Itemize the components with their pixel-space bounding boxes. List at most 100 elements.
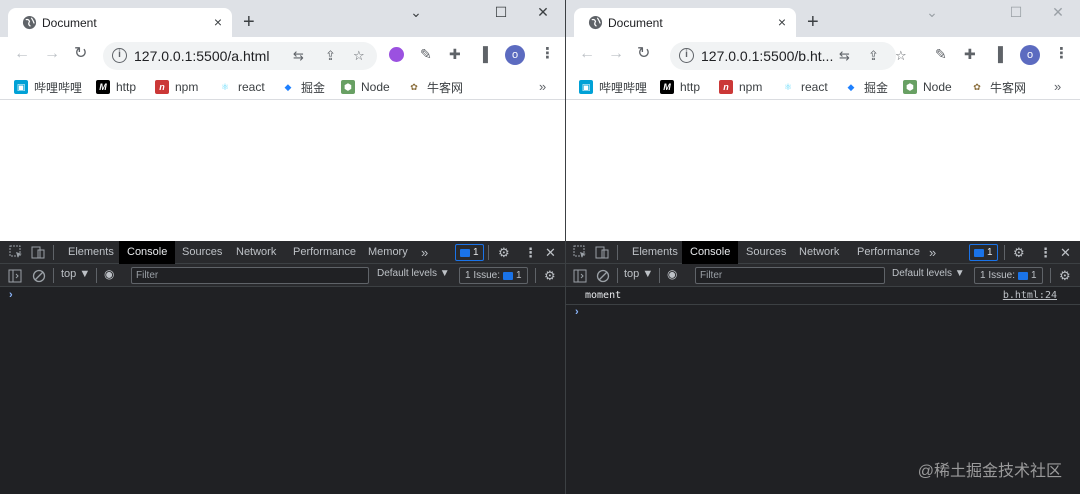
issues-button[interactable]: 1 Issue: 1 bbox=[459, 267, 528, 284]
devtools-tab-console[interactable]: Console bbox=[119, 241, 176, 264]
devtools-tab-elements[interactable]: Elements bbox=[60, 241, 122, 264]
bookmarks-more-icon[interactable]: » bbox=[1054, 79, 1061, 94]
share-icon[interactable]: ⇪ bbox=[325, 48, 336, 64]
back-arrow-icon[interactable]: ← bbox=[14, 46, 30, 62]
eye-icon[interactable]: ◉ bbox=[667, 267, 677, 281]
close-window-button[interactable]: ✕ bbox=[1048, 4, 1068, 21]
context-selector[interactable]: top ▼ bbox=[624, 268, 653, 280]
side-panel-icon[interactable]: ▐ bbox=[478, 46, 488, 62]
new-tab-button[interactable]: + bbox=[807, 12, 819, 32]
messages-badge[interactable]: 1 bbox=[969, 244, 998, 261]
device-toolbar-icon[interactable] bbox=[31, 245, 45, 259]
bookmark-bilibili[interactable]: ▣ 哔哩哔哩 bbox=[14, 78, 82, 96]
bookmark-star-icon[interactable]: ☆ bbox=[353, 48, 365, 64]
inspect-element-icon[interactable] bbox=[9, 245, 23, 259]
extension-pen-icon[interactable]: ✎ bbox=[420, 46, 432, 62]
sidebar-toggle-icon[interactable] bbox=[8, 269, 22, 283]
site-info-icon[interactable]: i bbox=[112, 48, 127, 63]
console-settings-gear-icon[interactable]: ⚙ bbox=[1059, 267, 1071, 284]
console-prompt-icon[interactable]: › bbox=[575, 306, 579, 318]
address-bar[interactable]: i 127.0.0.1:5500/b.ht... ⇆ ⇪ ☆ bbox=[670, 42, 907, 70]
devtools-menu-kebab-icon[interactable]: ⋮ bbox=[1039, 244, 1052, 261]
devtools-tab-sources[interactable]: Sources bbox=[738, 241, 794, 264]
filter-input[interactable]: Filter bbox=[131, 267, 369, 284]
bookmark-juejin[interactable]: ◆ 掘金 bbox=[844, 78, 888, 96]
menu-kebab-icon[interactable]: ⋮ bbox=[540, 45, 555, 63]
reload-icon[interactable]: ↻ bbox=[74, 46, 87, 62]
bilibili-icon: ▣ bbox=[14, 80, 28, 94]
devtools-tab-memory[interactable]: Memory bbox=[360, 241, 416, 264]
log-levels-dropdown[interactable]: Default levels ▼ bbox=[892, 268, 965, 279]
extensions-puzzle-icon[interactable]: ✚ bbox=[449, 46, 461, 62]
eye-icon[interactable]: ◉ bbox=[104, 267, 114, 281]
tab-close-icon[interactable]: × bbox=[214, 13, 222, 31]
devtools-tab-network[interactable]: Network bbox=[791, 241, 847, 264]
browser-tab[interactable]: Document × bbox=[8, 8, 232, 37]
bookmark-npm[interactable]: n npm bbox=[155, 78, 198, 96]
log-source-link[interactable]: b.html:24 bbox=[1003, 290, 1057, 301]
console-settings-gear-icon[interactable]: ⚙ bbox=[544, 267, 556, 284]
bookmark-star-icon[interactable]: ☆ bbox=[895, 48, 907, 64]
console-prompt-icon[interactable]: › bbox=[9, 289, 13, 301]
devtools-close-icon[interactable]: ✕ bbox=[545, 244, 556, 261]
menu-kebab-icon[interactable]: ⋮ bbox=[1054, 45, 1069, 63]
tab-close-icon[interactable]: × bbox=[778, 13, 786, 31]
extension-purple-icon[interactable] bbox=[389, 47, 404, 62]
bookmark-http[interactable]: Mhttp bbox=[660, 78, 700, 96]
profile-avatar[interactable]: o bbox=[505, 45, 525, 65]
address-bar[interactable]: i 127.0.0.1:5500/a.html ⇆ ⇪ ☆ bbox=[103, 42, 377, 70]
forward-arrow-icon[interactable]: → bbox=[608, 46, 624, 62]
bookmark-juejin[interactable]: ◆ 掘金 bbox=[281, 78, 325, 96]
messages-badge[interactable]: 1 bbox=[455, 244, 484, 261]
devtools-tab-elements[interactable]: Elements bbox=[624, 241, 686, 264]
close-window-button[interactable]: ✕ bbox=[533, 4, 553, 21]
devtools-tab-network[interactable]: Network bbox=[228, 241, 284, 264]
clear-console-icon[interactable] bbox=[32, 269, 46, 283]
share-icon[interactable]: ⇪ bbox=[868, 48, 879, 64]
devtools-tab-performance[interactable]: Performance bbox=[849, 241, 928, 264]
devtools-close-icon[interactable]: ✕ bbox=[1060, 244, 1071, 261]
extensions-puzzle-icon[interactable]: ✚ bbox=[964, 46, 976, 62]
more-tabs-icon[interactable]: » bbox=[929, 244, 936, 261]
bookmark-react[interactable]: ⚛ react bbox=[218, 78, 265, 96]
settings-gear-icon[interactable]: ⚙ bbox=[498, 244, 510, 261]
bookmark-nowcoder[interactable]: ✿ 牛客网 bbox=[970, 78, 1026, 96]
context-selector[interactable]: top ▼ bbox=[61, 268, 90, 280]
clear-console-icon[interactable] bbox=[596, 269, 610, 283]
inspect-element-icon[interactable] bbox=[573, 245, 587, 259]
maximize-button[interactable]: ☐ bbox=[491, 4, 511, 21]
bookmark-node[interactable]: ⬢ Node bbox=[903, 78, 952, 96]
bookmark-bilibili[interactable]: ▣ 哔哩哔哩 bbox=[579, 78, 647, 96]
minimize-button[interactable]: ⌄ bbox=[406, 4, 426, 21]
browser-tab[interactable]: Document × bbox=[574, 8, 796, 37]
more-tabs-icon[interactable]: » bbox=[421, 244, 428, 261]
bookmark-node[interactable]: ⬢ Node bbox=[341, 78, 390, 96]
site-info-icon[interactable]: i bbox=[679, 48, 694, 63]
profile-avatar[interactable]: o bbox=[1020, 45, 1040, 65]
bookmark-react[interactable]: ⚛ react bbox=[781, 78, 828, 96]
back-arrow-icon[interactable]: ← bbox=[579, 46, 595, 62]
devtools-tab-performance[interactable]: Performance bbox=[285, 241, 364, 264]
bookmark-nowcoder[interactable]: ✿ 牛客网 bbox=[407, 78, 463, 96]
bookmarks-more-icon[interactable]: » bbox=[539, 79, 546, 94]
log-levels-dropdown[interactable]: Default levels ▼ bbox=[377, 268, 450, 279]
extension-pen-icon[interactable]: ✎ bbox=[935, 46, 947, 62]
minimize-button[interactable]: ⌄ bbox=[922, 4, 942, 21]
sidebar-toggle-icon[interactable] bbox=[573, 269, 587, 283]
reload-icon[interactable]: ↻ bbox=[637, 46, 650, 62]
bookmark-http[interactable]: Mhttp bbox=[96, 78, 136, 96]
devtools-menu-kebab-icon[interactable]: ⋮ bbox=[524, 244, 537, 261]
side-panel-icon[interactable]: ▐ bbox=[993, 46, 1003, 62]
translate-icon[interactable]: ⇆ bbox=[839, 48, 850, 64]
filter-input[interactable]: Filter bbox=[695, 267, 885, 284]
devtools-tab-sources[interactable]: Sources bbox=[174, 241, 230, 264]
maximize-button[interactable]: ☐ bbox=[1006, 4, 1026, 21]
forward-arrow-icon[interactable]: → bbox=[44, 46, 60, 62]
settings-gear-icon[interactable]: ⚙ bbox=[1013, 244, 1025, 261]
new-tab-button[interactable]: + bbox=[243, 12, 255, 32]
issues-button[interactable]: 1 Issue: 1 bbox=[974, 267, 1043, 284]
bookmark-npm[interactable]: n npm bbox=[719, 78, 762, 96]
devtools-tab-console[interactable]: Console bbox=[682, 241, 739, 264]
translate-icon[interactable]: ⇆ bbox=[293, 48, 304, 64]
device-toolbar-icon[interactable] bbox=[595, 245, 609, 259]
